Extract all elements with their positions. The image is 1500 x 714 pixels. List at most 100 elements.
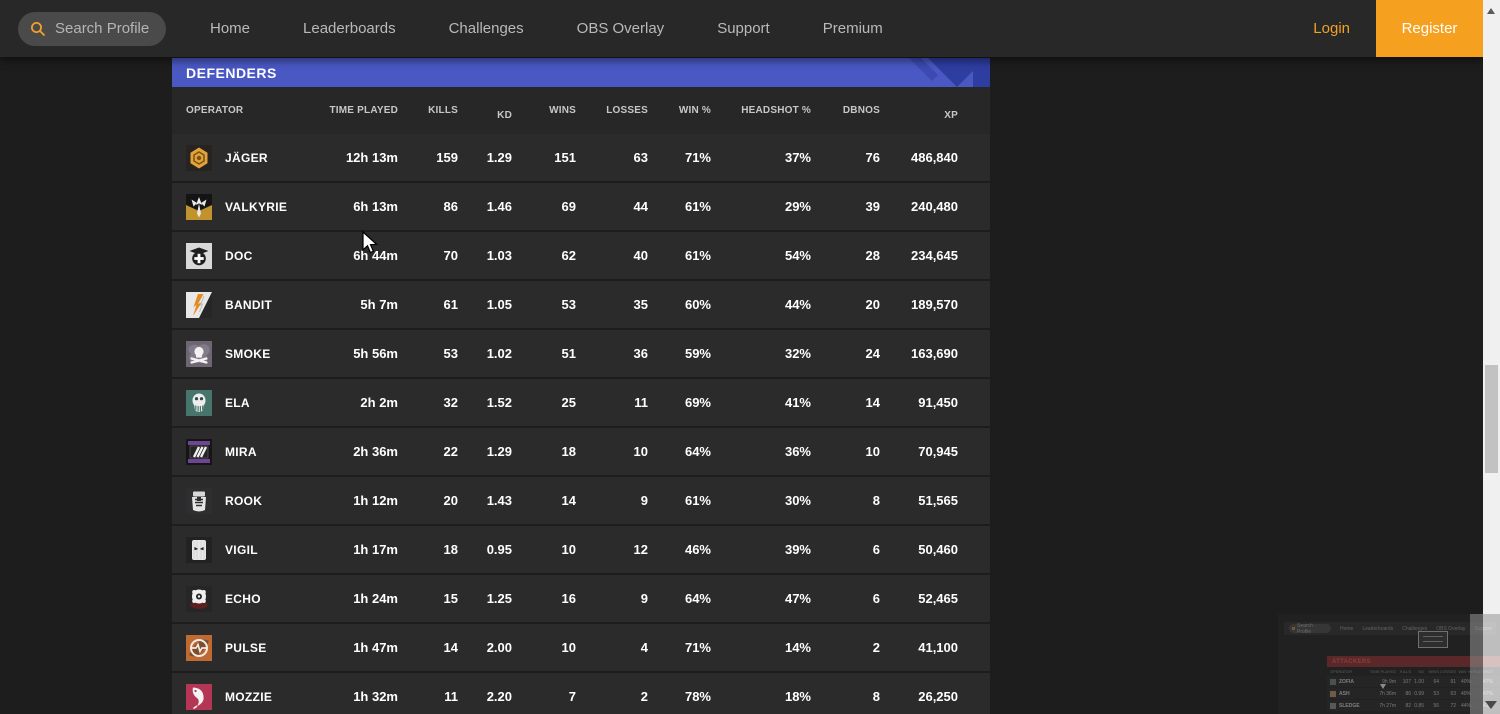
cell-win-pct: 61% — [684, 248, 711, 263]
cell-dbnos: 10 — [865, 444, 880, 459]
cell-headshot-pct: 39% — [784, 542, 811, 557]
col-header-kills: KILLS — [428, 105, 458, 116]
cell-dbnos: 6 — [872, 542, 880, 557]
doc-icon — [186, 242, 212, 269]
table-body: JÄGER 12h 13m 159 1.29 151 63 71% 37% 76… — [172, 134, 990, 714]
cell-time-played: 1h 12m — [353, 493, 398, 508]
cell-dbnos: 20 — [865, 297, 880, 312]
cell-headshot-pct: 37% — [784, 150, 811, 165]
cell-kd: 1.52 — [486, 395, 512, 410]
preview-scrollbar-strip — [1470, 614, 1500, 714]
cell-wins: 69 — [561, 199, 576, 214]
cell-xp: 91,450 — [918, 395, 958, 410]
nav-item-support[interactable]: Support — [717, 20, 770, 37]
cell-losses: 36 — [633, 346, 648, 361]
cell-xp: 41,100 — [918, 640, 958, 655]
cell-headshot-pct: 32% — [784, 346, 811, 361]
table-row-ela[interactable]: ELA 2h 2m 32 1.52 25 11 69% 41% 14 91,45… — [172, 379, 990, 426]
cell-losses: 4 — [640, 640, 648, 655]
nav-item-leaderboards[interactable]: Leaderboards — [303, 20, 396, 37]
table-header-row: OPERATOR TIME PLAYED KILLS KD WINS LOSSES WIN … — [172, 87, 990, 134]
preview-search-pill: Search Profile — [1289, 623, 1331, 635]
cell-headshot-pct: 29% — [784, 199, 811, 214]
cell-win-pct: 60% — [684, 297, 711, 312]
login-link[interactable]: Login — [1313, 20, 1350, 37]
table-row-doc[interactable]: DOC 6h 44m 70 1.03 62 40 61% 54% 28 234,… — [172, 232, 990, 279]
cell-xp: 240,480 — [911, 199, 958, 214]
cell-kd: 1.02 — [486, 346, 512, 361]
table-row-jager[interactable]: JÄGER 12h 13m 159 1.29 151 63 71% 37% 76… — [172, 134, 990, 181]
cell-kills: 61 — [443, 297, 458, 312]
cell-dbnos: 8 — [872, 493, 880, 508]
cell-kd: 1.05 — [486, 297, 512, 312]
cell-time-played: 6h 44m — [353, 248, 398, 263]
search-profile-pill[interactable] — [18, 11, 166, 46]
cell-kd: 2.20 — [486, 689, 512, 704]
jager-icon — [186, 144, 212, 171]
cell-win-pct: 59% — [684, 346, 711, 361]
scrollbar-up-arrow-icon[interactable] — [1487, 8, 1495, 14]
cell-losses: 63 — [633, 150, 648, 165]
scrollbar-thumb[interactable] — [1485, 365, 1498, 473]
col-header-win: WIN % — [678, 105, 711, 116]
preview-operator-name: ZOFIA — [1339, 678, 1354, 685]
cell-kills: 32 — [443, 395, 458, 410]
operator-name: ROOK — [225, 493, 263, 508]
cell-headshot-pct: 44% — [784, 297, 811, 312]
banner-diagonal-decoration — [909, 58, 990, 87]
table-row-valkyrie[interactable]: VALKYRIE 6h 13m 86 1.46 69 44 61% 29% 39… — [172, 183, 990, 230]
table-row-mira[interactable]: MIRA 2h 36m 22 1.29 18 10 64% 36% 10 70,… — [172, 428, 990, 475]
preview-operator-icon — [1330, 690, 1336, 697]
cell-win-pct: 69% — [684, 395, 711, 410]
cell-dbnos: 8 — [872, 689, 880, 704]
cell-wins: 25 — [561, 395, 576, 410]
operator-name: SMOKE — [225, 346, 271, 361]
cell-losses: 9 — [640, 493, 648, 508]
cell-dbnos: 39 — [865, 199, 880, 214]
nav-item-challenges[interactable]: Challenges — [449, 20, 524, 37]
cell-dbnos: 2 — [872, 640, 880, 655]
nav-item-obs-overlay[interactable]: OBS Overlay — [577, 20, 665, 37]
preview-col-header: KILLS — [1400, 669, 1411, 674]
table-row-rook[interactable]: ROOK 1h 12m 20 1.43 14 9 61% 30% 8 51,56… — [172, 477, 990, 524]
cell-kd: 2.00 — [486, 640, 512, 655]
defenders-banner: DEFENDERS — [172, 58, 990, 87]
table-row-bandit[interactable]: BANDIT 5h 7m 61 1.05 53 35 60% 44% 20 18… — [172, 281, 990, 328]
nav-item-premium[interactable]: Premium — [823, 20, 883, 37]
scrollbar-track[interactable] — [1483, 0, 1500, 714]
cell-kd: 1.29 — [486, 150, 512, 165]
cell-losses: 35 — [633, 297, 648, 312]
cell-time-played: 1h 17m — [353, 542, 398, 557]
mira-icon — [186, 438, 212, 465]
preview-nav-item: Leaderboards — [1362, 625, 1394, 632]
scrollbar-down-arrow-icon[interactable] — [1485, 701, 1497, 709]
cell-xp: 163,690 — [911, 346, 958, 361]
vigil-icon — [186, 536, 212, 563]
table-row-mozzie[interactable]: MOZZIE 1h 32m 11 2.20 7 2 78% 18% 8 26,2… — [172, 673, 990, 714]
operator-name: ELA — [225, 395, 250, 410]
table-row-pulse[interactable]: PULSE 1h 47m 14 2.00 10 4 71% 14% 2 41,1… — [172, 624, 990, 671]
pulse-icon — [186, 634, 212, 661]
table-row-vigil[interactable]: VIGIL 1h 17m 18 0.95 10 12 46% 39% 6 50,… — [172, 526, 990, 573]
cell-win-pct: 46% — [684, 542, 711, 557]
nav-item-home[interactable]: Home — [210, 20, 250, 37]
cell-headshot-pct: 36% — [784, 444, 811, 459]
cell-kills: 18 — [443, 542, 458, 557]
cell-dbnos: 6 — [872, 591, 880, 606]
cell-wins: 7 — [568, 689, 576, 704]
table-title: DEFENDERS — [186, 64, 277, 81]
mozzie-icon — [186, 683, 212, 710]
cell-headshot-pct: 47% — [784, 591, 811, 606]
table-row-echo[interactable]: ECHO 1h 24m 15 1.25 16 9 64% 47% 6 52,46… — [172, 575, 990, 622]
register-button[interactable]: Register — [1376, 0, 1483, 57]
cell-win-pct: 61% — [684, 199, 711, 214]
cell-wins: 14 — [561, 493, 576, 508]
ela-icon — [186, 389, 212, 416]
table-row-smoke[interactable]: SMOKE 5h 56m 53 1.02 51 36 59% 32% 24 16… — [172, 330, 990, 377]
operator-name: VALKYRIE — [225, 199, 288, 214]
cell-losses: 11 — [634, 395, 648, 410]
col-header-headshot: HEADSHOT % — [741, 105, 811, 116]
search-input[interactable] — [55, 20, 154, 37]
cell-time-played: 2h 36m — [353, 444, 398, 459]
cell-kills: 14 — [443, 640, 458, 655]
